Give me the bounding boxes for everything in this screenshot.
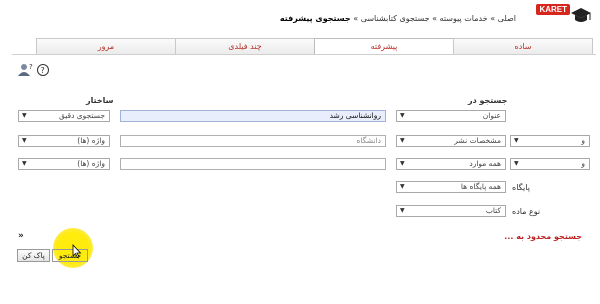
double-chevron-down-icon[interactable]: » [18,231,24,241]
page-header: KARET اصلی » خدمات پیوسته » جستجوی کتابش… [0,0,600,32]
user-question-icon[interactable]: ? [18,63,33,76]
graduation-cap-icon [571,8,591,22]
tab-advanced[interactable]: پیشرفته [314,38,454,55]
material-type-label: نوع ماده [512,207,541,216]
structure-select-3[interactable]: ▼ واژه (ها) [18,158,110,170]
svg-text:?: ? [29,63,33,71]
search-tabs: ساده پیشرفته چند فیلدی مرور [36,38,593,55]
database-label: پایگاه [512,183,530,192]
connector-select-2[interactable]: ▼ و [510,135,590,147]
dropdown-arrow-icon: ▼ [400,160,405,167]
breadcrumb-link-home[interactable]: اصلی [498,14,516,23]
dropdown-arrow-icon: ▼ [400,207,405,214]
breadcrumb-link-services[interactable]: خدمات پیوسته [440,14,488,23]
breadcrumb: اصلی » خدمات پیوسته » جستجوی کتابشناسی »… [279,14,516,23]
dropdown-arrow-icon: ▼ [400,137,405,144]
logo-text: KARET [536,4,570,15]
clear-button[interactable]: پاک کن [17,249,50,262]
structure-select-1[interactable]: ▼ جستجوی دقیق [18,110,110,122]
breadcrumb-link-bibliographic[interactable]: جستجوی کتابشناسی [361,14,430,23]
dropdown-arrow-icon: ▼ [400,183,405,190]
breadcrumb-current: جستجوی پیشرفته [279,14,351,23]
dropdown-arrow-icon: ▼ [22,112,27,119]
structure-select-2[interactable]: ▼ واژه (ها) [18,135,110,147]
tab-simple[interactable]: ساده [453,38,593,54]
dropdown-arrow-icon: ▼ [22,137,27,144]
dropdown-arrow-icon: ▼ [514,160,519,167]
dropdown-arrow-icon: ▼ [514,137,519,144]
search-button[interactable]: جستجو [52,249,88,262]
database-select[interactable]: ▼ همه پایگاه ها [396,181,506,193]
mouse-pointer-icon [72,244,82,258]
query-input-3[interactable] [120,158,386,170]
structure-label: ساختار [86,96,114,105]
svg-text:?: ? [41,66,45,75]
dropdown-arrow-icon: ▼ [400,112,405,119]
limit-search-link[interactable]: جستجو محدود به ... [504,232,582,241]
connector-select-3[interactable]: ▼ و [510,158,590,170]
query-input-1[interactable]: روانشناسی رشد [120,110,386,122]
field-select-1[interactable]: ▼ عنوان [396,110,506,122]
karet-logo: KARET [520,4,592,28]
dropdown-arrow-icon: ▼ [22,160,27,167]
tool-icons: ? ? [18,63,49,76]
query-input-2[interactable]: دانشگاه [120,135,386,147]
material-type-select[interactable]: ▼ کتاب [396,205,506,217]
field-select-2[interactable]: ▼ مشخصات نشر [396,135,506,147]
search-in-label: جستجو در [468,96,508,105]
tab-browse[interactable]: مرور [36,38,176,54]
tab-multi-field[interactable]: چند فیلدی [175,38,315,54]
help-icon[interactable]: ? [37,64,49,76]
field-select-3[interactable]: ▼ همه موارد [396,158,506,170]
